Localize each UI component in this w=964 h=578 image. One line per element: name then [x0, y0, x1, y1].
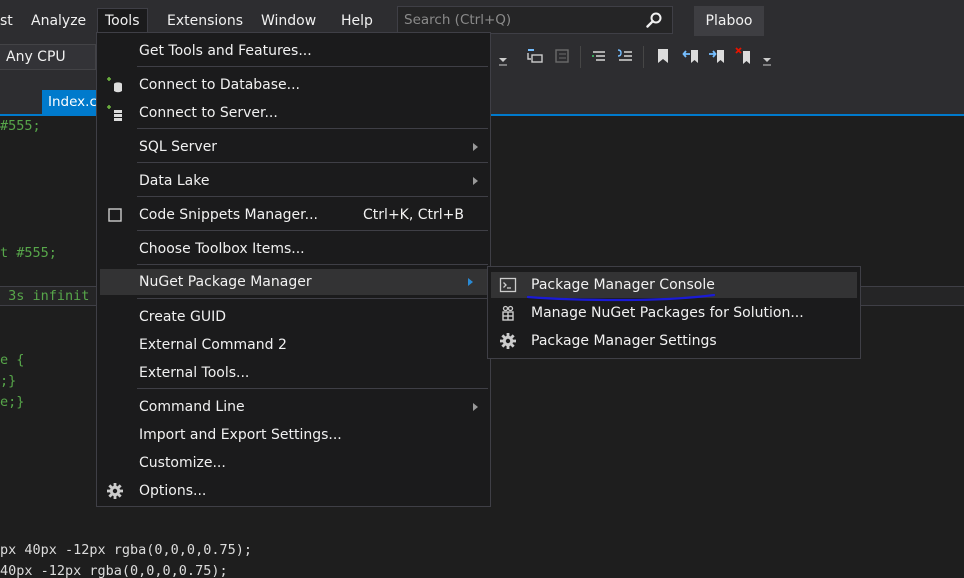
- menu-test[interactable]: st: [0, 8, 20, 34]
- submenu-arrow-icon: [473, 403, 478, 411]
- previous-bookmark-icon[interactable]: [682, 47, 700, 65]
- menu-item-label: Get Tools and Features...: [139, 43, 312, 59]
- tools-menu: Get Tools and Features... Connect to Dat…: [96, 32, 491, 507]
- menu-tools[interactable]: Tools: [97, 8, 148, 34]
- annotation-underline: [526, 294, 716, 302]
- menu-separator: [137, 162, 488, 163]
- menu-window[interactable]: Window: [254, 8, 323, 34]
- menu-item-label: Data Lake: [139, 173, 210, 189]
- menu-item-label: Customize...: [139, 455, 226, 471]
- uncomment-icon[interactable]: [616, 47, 634, 65]
- toolbar-separator: [580, 46, 581, 68]
- search-icon: [646, 12, 662, 28]
- next-bookmark-icon[interactable]: [708, 47, 726, 65]
- menu-item-data-lake[interactable]: Data Lake: [97, 168, 490, 194]
- code-line: 3s infinit: [0, 288, 90, 304]
- package-icon: [502, 305, 514, 321]
- menu-item-label: SQL Server: [139, 139, 218, 155]
- platform-value: Any CPU: [6, 49, 66, 65]
- console-icon: [499, 277, 517, 293]
- menu-item-shortcut: Ctrl+K, Ctrl+B: [363, 207, 464, 223]
- menu-item-label: Options...: [139, 483, 207, 499]
- toolbar-separator: [643, 46, 644, 68]
- menu-item-label: External Command 2: [139, 337, 287, 353]
- search-input[interactable]: Search (Ctrl+Q): [397, 6, 673, 34]
- snippet-icon: [108, 208, 122, 222]
- menu-analyze[interactable]: Analyze: [24, 8, 93, 34]
- comment-icon[interactable]: [590, 47, 608, 65]
- menu-item-command-line[interactable]: Command Line: [97, 394, 490, 420]
- menu-item-label: Package Manager Settings: [531, 333, 717, 349]
- menu-item-external-tools[interactable]: External Tools...: [97, 360, 490, 386]
- menu-item-customize[interactable]: Customize...: [97, 450, 490, 476]
- code-line: t #555;: [0, 245, 57, 261]
- menu-item-label: Import and Export Settings...: [139, 427, 342, 443]
- profile-button[interactable]: Plaboo: [694, 6, 764, 36]
- dropdown-arrow-icon[interactable]: [498, 54, 508, 66]
- menu-item-get-tools[interactable]: Get Tools and Features...: [97, 38, 490, 64]
- menu-separator: [137, 264, 488, 265]
- menu-item-import-export[interactable]: Import and Export Settings...: [97, 422, 490, 448]
- code-line: e;}: [0, 394, 25, 410]
- menu-separator: [137, 196, 488, 197]
- menu-item-connect-server[interactable]: Connect to Server...: [97, 100, 490, 126]
- gear-icon: [107, 483, 123, 499]
- menu-item-label: External Tools...: [139, 365, 250, 381]
- menu-extensions[interactable]: Extensions: [160, 8, 250, 34]
- nuget-submenu: Package Manager Console Manage NuGet Pac…: [487, 266, 861, 359]
- menu-item-label: Code Snippets Manager...: [139, 207, 318, 223]
- toolbar-overflow-icon[interactable]: [762, 54, 772, 66]
- code-line: ;}: [0, 373, 17, 389]
- menu-item-label: Connect to Database...: [139, 77, 300, 93]
- menu-separator: [137, 298, 488, 299]
- search-placeholder: Search (Ctrl+Q): [404, 12, 512, 28]
- menu-item-sql-server[interactable]: SQL Server: [97, 134, 490, 160]
- gear-icon: [500, 333, 516, 349]
- menu-item-external-command-2[interactable]: External Command 2: [97, 332, 490, 358]
- code-line: 40px -12px rgba(0,0,0,0.75);: [0, 563, 228, 578]
- menu-separator: [137, 230, 488, 231]
- menu-item-package-manager-settings[interactable]: Package Manager Settings: [491, 328, 857, 354]
- menu-separator: [137, 128, 488, 129]
- code-line: e {: [0, 352, 25, 368]
- menu-item-label: NuGet Package Manager: [139, 274, 312, 290]
- menu-item-create-guid[interactable]: Create GUID: [97, 304, 490, 330]
- menu-separator: [137, 66, 488, 67]
- menu-item-label: Choose Toolbox Items...: [139, 241, 305, 257]
- database-icon: [107, 77, 122, 93]
- submenu-arrow-icon: [473, 143, 478, 151]
- platform-select[interactable]: Any CPU: [0, 44, 96, 70]
- menu-item-choose-toolbox[interactable]: Choose Toolbox Items...: [97, 236, 490, 262]
- menu-item-label: Create GUID: [139, 309, 226, 325]
- submenu-arrow-icon: [473, 177, 478, 185]
- outdent-icon[interactable]: [553, 47, 571, 65]
- bookmark-icon[interactable]: [654, 47, 672, 65]
- menu-separator: [137, 388, 488, 389]
- menu-item-connect-database[interactable]: Connect to Database...: [97, 72, 490, 98]
- code-line: px 40px -12px rgba(0,0,0,0.75);: [0, 542, 252, 558]
- submenu-arrow-icon: [468, 278, 473, 286]
- menu-item-label: Connect to Server...: [139, 105, 278, 121]
- indent-icon[interactable]: [526, 47, 544, 65]
- menu-help[interactable]: Help: [334, 8, 380, 34]
- menu-item-code-snippets[interactable]: Code Snippets Manager... Ctrl+K, Ctrl+B: [97, 202, 490, 228]
- clear-bookmarks-icon[interactable]: [735, 47, 753, 65]
- menu-item-nuget-package-manager[interactable]: NuGet Package Manager: [100, 269, 489, 295]
- menu-item-label: Command Line: [139, 399, 245, 415]
- menu-item-options[interactable]: Options...: [97, 478, 490, 504]
- code-line: #555;: [0, 118, 41, 134]
- tab-index[interactable]: Index.c: [42, 90, 100, 114]
- server-icon: [107, 105, 122, 121]
